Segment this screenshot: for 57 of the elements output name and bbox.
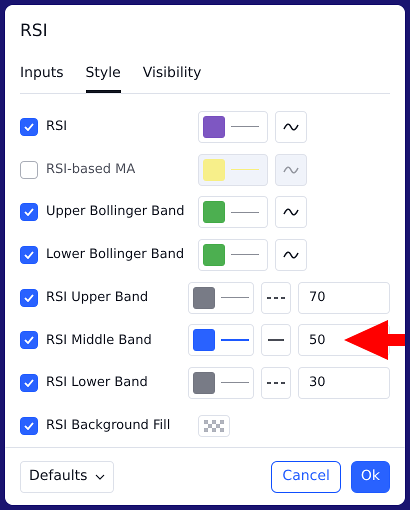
checkbox[interactable]	[20, 331, 38, 350]
checkbox[interactable]	[20, 203, 38, 222]
wave-icon	[283, 250, 299, 259]
row-label: RSI Lower Band	[46, 374, 149, 392]
row-label: RSI	[46, 118, 68, 136]
row-label: Lower Bollinger Band	[46, 246, 186, 264]
check-icon	[24, 378, 34, 387]
check-icon	[24, 422, 34, 430]
line-sample	[220, 382, 249, 384]
line-sample	[220, 297, 249, 298]
color-picker[interactable]	[198, 110, 268, 143]
checkbox[interactable]	[20, 246, 38, 264]
cancel-button[interactable]: Cancel	[271, 460, 341, 492]
check-icon	[24, 294, 34, 302]
color-picker[interactable]	[198, 238, 268, 271]
line-sample	[231, 254, 259, 256]
chevron-down-icon	[95, 474, 106, 480]
line-style-button[interactable]	[275, 238, 307, 271]
row-label: RSI Upper Band	[46, 288, 150, 307]
row-label: RSI-based MA	[46, 160, 136, 179]
checker-icon	[204, 420, 224, 432]
row-label: Upper Bollinger Band	[46, 203, 186, 222]
line-style-button[interactable]	[275, 196, 307, 228]
tab[interactable]: Inputs	[20, 62, 64, 92]
color-picker[interactable]	[198, 154, 268, 186]
checkbox[interactable]	[20, 416, 38, 435]
value-field[interactable]: 50	[298, 324, 390, 356]
value-field[interactable]: 30	[298, 366, 390, 399]
check-icon	[24, 250, 34, 259]
value-field[interactable]: 70	[298, 282, 390, 314]
checkbox[interactable]	[20, 160, 38, 179]
ok-button[interactable]: Ok	[350, 460, 390, 492]
tab[interactable]: Visibility	[142, 62, 202, 92]
line-sample	[231, 126, 259, 128]
row-label: RSI Background Fill	[46, 416, 172, 435]
row-label: RSI Middle Band	[46, 332, 153, 350]
checkbox[interactable]	[20, 288, 38, 307]
wave-icon	[283, 122, 299, 131]
line-sample	[231, 169, 259, 170]
color-picker[interactable]	[198, 196, 268, 228]
dialog-title: RSI	[20, 21, 48, 41]
wave-icon	[283, 208, 299, 216]
color-picker[interactable]	[188, 282, 254, 314]
color-picker[interactable]	[188, 366, 254, 399]
color-picker[interactable]	[188, 324, 254, 356]
checkbox[interactable]	[20, 118, 38, 136]
tab[interactable]: Style	[86, 62, 121, 92]
wave-icon	[283, 166, 299, 174]
line-style-button[interactable]	[275, 110, 307, 143]
check-icon	[24, 336, 34, 344]
defaults-dropdown[interactable]: Defaults	[20, 460, 114, 492]
check-icon	[24, 122, 34, 131]
checkbox[interactable]	[20, 374, 38, 392]
check-icon	[24, 208, 34, 216]
fill-swatch[interactable]	[198, 414, 230, 437]
line-sample	[231, 212, 259, 213]
line-sample	[220, 339, 249, 342]
